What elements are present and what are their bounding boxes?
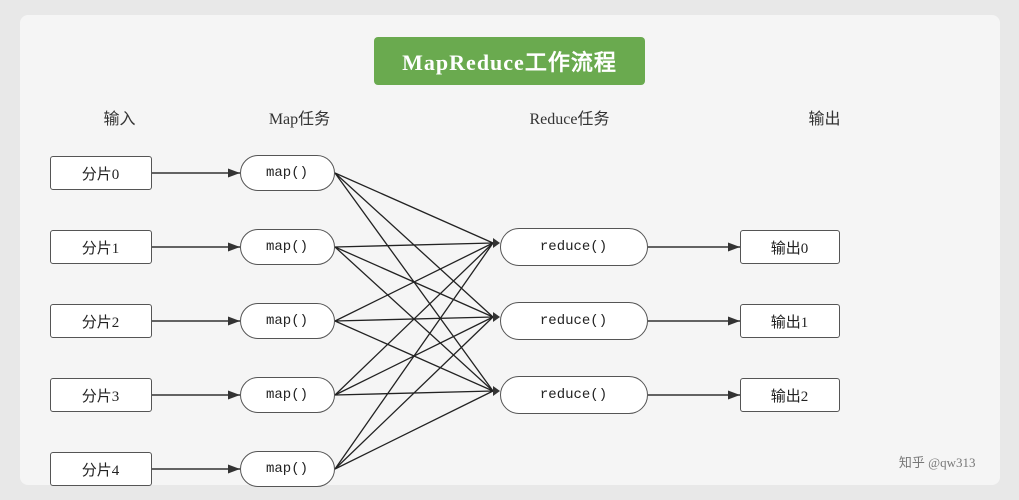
diagram-container: MapReduce工作流程 输入 Map任务 Reduce任务 输出 bbox=[20, 15, 1000, 485]
map-3: map() bbox=[240, 377, 335, 413]
map-1: map() bbox=[240, 229, 335, 265]
col-header-reduce: Reduce任务 bbox=[510, 105, 630, 129]
output-1: 输出1 bbox=[740, 304, 840, 338]
input-0: 分片0 bbox=[50, 156, 152, 190]
input-2: 分片2 bbox=[50, 304, 152, 338]
flow-area: 输入 Map任务 Reduce任务 输出 bbox=[20, 95, 1000, 485]
map-2: map() bbox=[240, 303, 335, 339]
map-4: map() bbox=[240, 451, 335, 487]
title: MapReduce工作流程 bbox=[374, 37, 645, 85]
map-0: map() bbox=[240, 155, 335, 191]
input-3: 分片3 bbox=[50, 378, 152, 412]
col-header-output: 输出 bbox=[780, 105, 870, 129]
reduce-2: reduce() bbox=[500, 376, 648, 414]
col-header-map: Map任务 bbox=[250, 105, 350, 129]
output-2: 输出2 bbox=[740, 378, 840, 412]
arrows-svg bbox=[20, 95, 1000, 485]
reduce-0: reduce() bbox=[500, 228, 648, 266]
input-1: 分片1 bbox=[50, 230, 152, 264]
col-header-input: 输入 bbox=[75, 105, 165, 129]
watermark: 知乎 @qw313 bbox=[899, 452, 976, 471]
output-0: 输出0 bbox=[740, 230, 840, 264]
reduce-1: reduce() bbox=[500, 302, 648, 340]
input-4: 分片4 bbox=[50, 452, 152, 486]
